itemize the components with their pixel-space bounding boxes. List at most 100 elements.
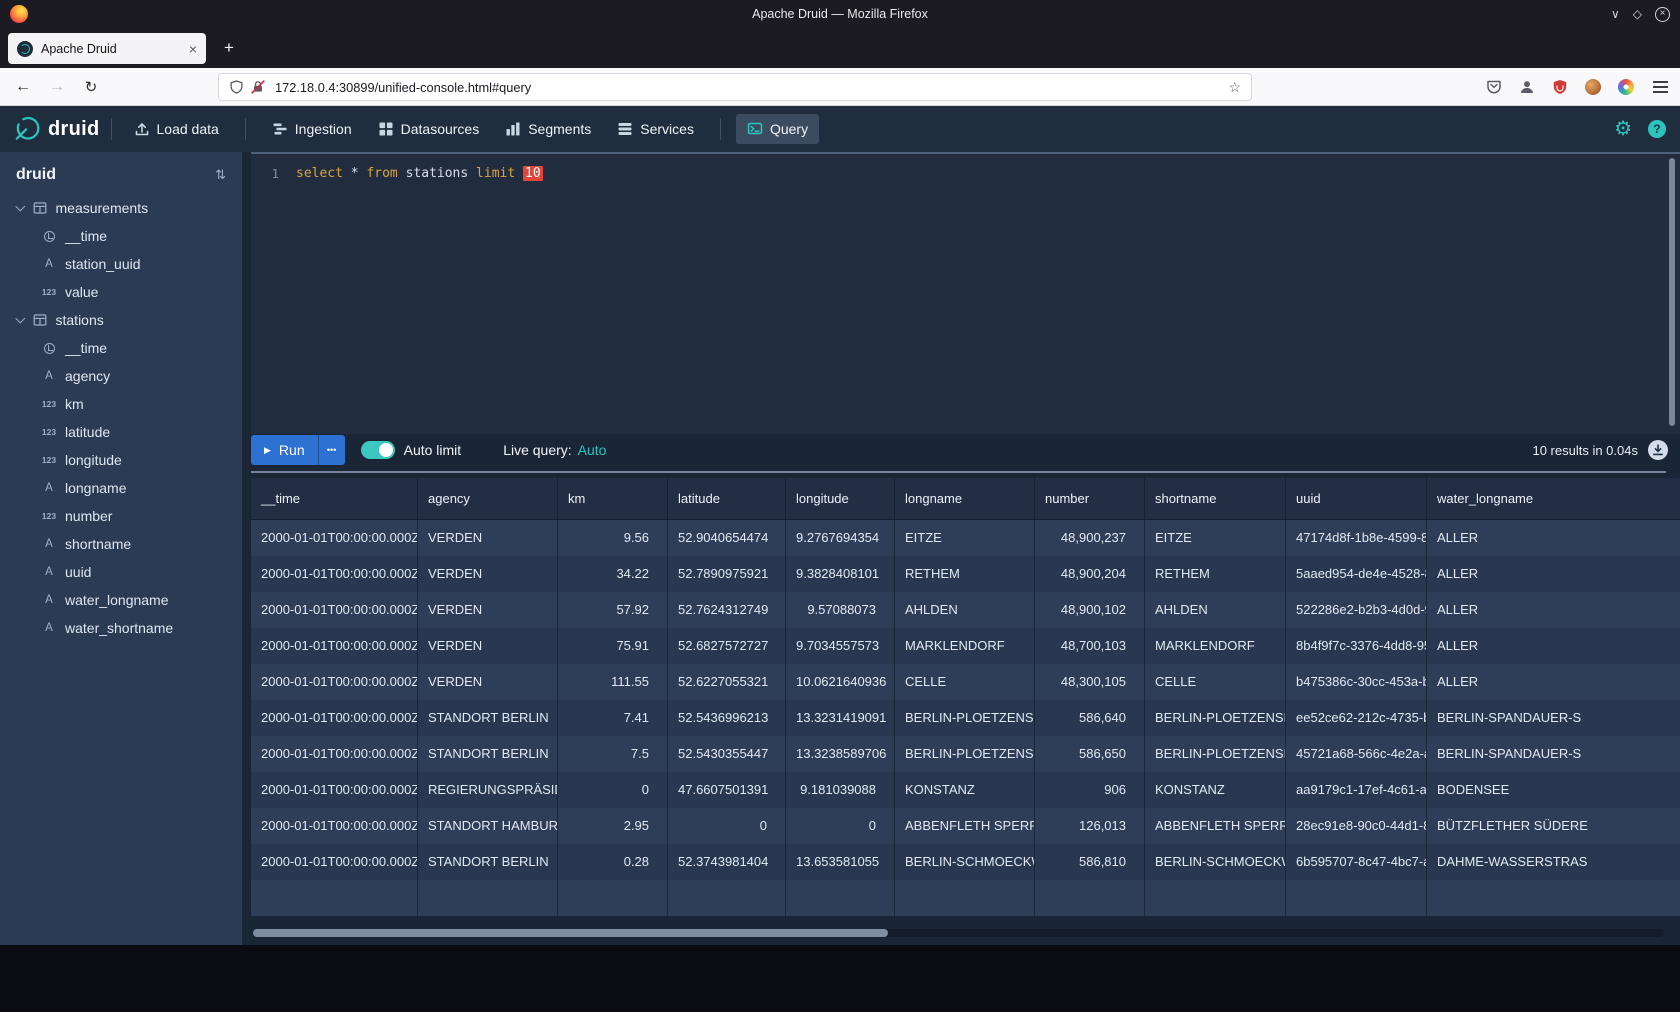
insecure-lock-icon[interactable] xyxy=(250,79,266,95)
table-cell[interactable]: ALLER xyxy=(1427,628,1680,664)
table-cell[interactable]: b475386c-30cc-453a-b3 xyxy=(1286,664,1427,700)
auto-limit-toggle[interactable] xyxy=(361,441,395,459)
table-cell[interactable]: 7.41 xyxy=(558,700,668,736)
tree-column-number[interactable]: 123number xyxy=(0,502,242,530)
tree-column-__time[interactable]: __time xyxy=(0,222,242,250)
table-cell[interactable]: KONSTANZ xyxy=(895,772,1035,808)
tab-close-icon[interactable]: × xyxy=(189,42,197,56)
menu-button[interactable] xyxy=(1653,86,1668,88)
table-cell[interactable]: 0 xyxy=(786,808,895,844)
live-query-value[interactable]: Auto xyxy=(578,442,607,458)
table-cell[interactable]: BERLIN-SCHMOECKWITZ xyxy=(895,844,1035,880)
table-cell[interactable]: 48,300,105 xyxy=(1035,664,1145,700)
table-cell[interactable]: 9.57088073 xyxy=(786,592,895,628)
table-cell[interactable]: 2000-01-01T00:00:00.000Z xyxy=(251,520,418,556)
table-cell[interactable]: STANDORT BERLIN xyxy=(418,736,558,772)
nav-datasources[interactable]: Datasources xyxy=(367,114,491,144)
table-cell[interactable]: STANDORT HAMBURG xyxy=(418,808,558,844)
table-cell[interactable]: 34.22 xyxy=(558,556,668,592)
column-header-longitude[interactable]: longitude xyxy=(786,478,895,520)
sql-editor[interactable]: 1 select * from stations limit 10 xyxy=(251,152,1680,434)
table-cell[interactable]: EITZE xyxy=(1145,520,1286,556)
tree-column-longitude[interactable]: 123longitude xyxy=(0,446,242,474)
table-cell[interactable]: 13.3231419091 xyxy=(786,700,895,736)
table-cell[interactable]: 2000-01-01T00:00:00.000Z xyxy=(251,808,418,844)
browser-tab[interactable]: Apache Druid × xyxy=(8,33,206,64)
tree-column-water_shortname[interactable]: Awater_shortname xyxy=(0,614,242,642)
table-cell[interactable]: 75.91 xyxy=(558,628,668,664)
horizontal-scrollbar[interactable] xyxy=(253,929,1664,937)
table-cell[interactable]: BERLIN-SPANDAUER-S xyxy=(1427,736,1680,772)
table-cell[interactable]: VERDEN xyxy=(418,628,558,664)
tree-table-measurements[interactable]: measurements xyxy=(0,194,242,222)
table-cell[interactable]: ABBENFLETH SPERRWEI xyxy=(1145,808,1286,844)
tree-column-uuid[interactable]: Auuid xyxy=(0,558,242,586)
sort-icon[interactable]: ⇅ xyxy=(215,167,226,183)
table-cell[interactable]: 7.5 xyxy=(558,736,668,772)
table-cell[interactable]: 28ec91e8-90c0-44d1-8f xyxy=(1286,808,1427,844)
column-header-uuid[interactable]: uuid xyxy=(1286,478,1427,520)
table-cell[interactable]: 52.3743981404 xyxy=(668,844,786,880)
back-button[interactable]: ← xyxy=(8,68,38,106)
table-cell[interactable]: KONSTANZ xyxy=(1145,772,1286,808)
scrollbar-thumb[interactable] xyxy=(253,929,888,937)
table-cell[interactable]: STANDORT BERLIN xyxy=(418,700,558,736)
table-cell[interactable]: CELLE xyxy=(895,664,1035,700)
table-cell[interactable]: 13.653581055 xyxy=(786,844,895,880)
privacy-badger-icon[interactable] xyxy=(1585,79,1601,95)
account-icon[interactable] xyxy=(1519,79,1535,95)
tree-column-value[interactable]: 123value xyxy=(0,278,242,306)
table-cell[interactable]: 0 xyxy=(558,772,668,808)
column-header-km[interactable]: km xyxy=(558,478,668,520)
table-cell[interactable]: 13.3238589706 xyxy=(786,736,895,772)
table-cell[interactable]: STANDORT BERLIN xyxy=(418,844,558,880)
nav-segments[interactable]: Segments xyxy=(494,114,602,144)
settings-gear-icon[interactable]: ⚙ xyxy=(1614,119,1632,139)
table-cell[interactable]: 126,013 xyxy=(1035,808,1145,844)
table-cell[interactable]: RETHEM xyxy=(1145,556,1286,592)
run-button[interactable]: ▶ Run xyxy=(251,435,318,465)
table-cell[interactable]: REGIERUNGSPRÄSIDIUM xyxy=(418,772,558,808)
nav-ingestion[interactable]: Ingestion xyxy=(261,114,363,144)
table-cell[interactable]: VERDEN xyxy=(418,520,558,556)
window-close-button[interactable]: × xyxy=(1655,7,1670,22)
nav-services[interactable]: Services xyxy=(606,114,705,144)
table-cell[interactable]: BERLIN-SPANDAUER-S xyxy=(1427,700,1680,736)
window-maximize-button[interactable]: ◇ xyxy=(1633,8,1642,20)
table-cell[interactable]: CELLE xyxy=(1145,664,1286,700)
table-cell[interactable]: VERDEN xyxy=(418,592,558,628)
tree-column-longname[interactable]: Alongname xyxy=(0,474,242,502)
tree-column-station_uuid[interactable]: Astation_uuid xyxy=(0,250,242,278)
panel-divider[interactable] xyxy=(251,471,1666,473)
table-cell[interactable]: 2000-01-01T00:00:00.000Z xyxy=(251,700,418,736)
table-cell[interactable]: 5aaed954-de4e-4528-8f xyxy=(1286,556,1427,592)
tree-column-shortname[interactable]: Ashortname xyxy=(0,530,242,558)
table-cell[interactable]: BERLIN-PLOETZENSEE U xyxy=(1145,736,1286,772)
table-cell[interactable]: 52.7624312749 xyxy=(668,592,786,628)
table-cell[interactable]: 48,900,102 xyxy=(1035,592,1145,628)
table-cell[interactable]: 906 xyxy=(1035,772,1145,808)
table-cell[interactable]: 0 xyxy=(668,808,786,844)
nav-query[interactable]: Query xyxy=(736,114,819,144)
column-header-shortname[interactable]: shortname xyxy=(1145,478,1286,520)
ublock-origin-icon[interactable] xyxy=(1552,79,1568,95)
table-cell[interactable]: 47.6607501391 xyxy=(668,772,786,808)
table-cell[interactable]: 2000-01-01T00:00:00.000Z xyxy=(251,628,418,664)
pocket-icon[interactable] xyxy=(1486,79,1502,95)
window-titlebar[interactable]: Apache Druid — Mozilla Firefox ∨ ◇ × xyxy=(0,0,1680,28)
table-cell[interactable]: EITZE xyxy=(895,520,1035,556)
tree-column-agency[interactable]: Aagency xyxy=(0,362,242,390)
table-cell[interactable]: 586,810 xyxy=(1035,844,1145,880)
table-cell[interactable]: 9.56 xyxy=(558,520,668,556)
chevron-down-icon[interactable] xyxy=(16,313,25,322)
sql-code-line[interactable]: select * from stations limit 10 xyxy=(296,165,543,182)
table-cell[interactable]: 8b4f9f7c-3376-4dd8-95c xyxy=(1286,628,1427,664)
table-cell[interactable]: DAHME-WASSERSTRAS xyxy=(1427,844,1680,880)
table-cell[interactable]: BERLIN-PLOETZENSEE C xyxy=(895,700,1035,736)
chevron-down-icon[interactable] xyxy=(16,201,25,210)
table-cell[interactable]: 52.9040654474 xyxy=(668,520,786,556)
table-cell[interactable]: 9.3828408101 xyxy=(786,556,895,592)
table-cell[interactable]: MARKLENDORF xyxy=(1145,628,1286,664)
table-cell[interactable]: 52.7890975921 xyxy=(668,556,786,592)
table-cell[interactable]: BODENSEE xyxy=(1427,772,1680,808)
